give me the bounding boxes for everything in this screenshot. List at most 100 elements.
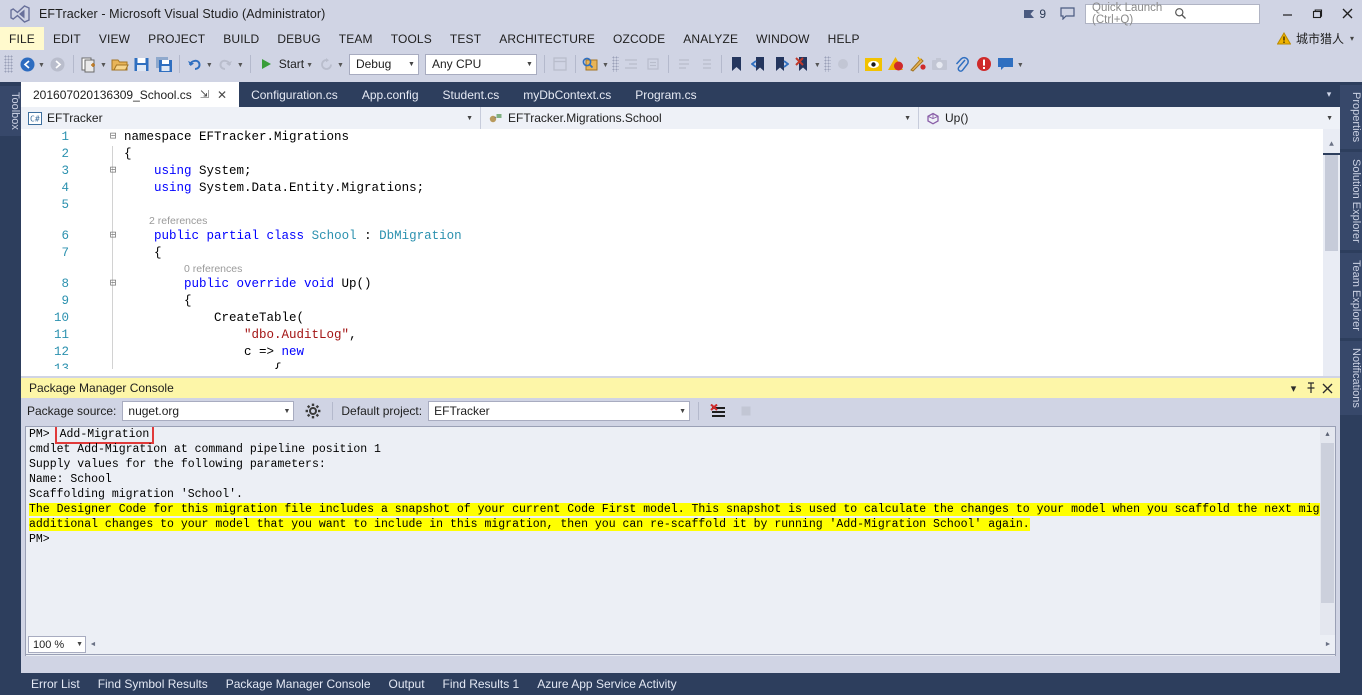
- right-dock-tab-team-explorer[interactable]: Team Explorer: [1340, 252, 1362, 338]
- bottom-tab-package-manager-console[interactable]: Package Manager Console: [217, 673, 380, 695]
- code-vertical-scrollbar[interactable]: ▲: [1323, 129, 1340, 376]
- right-dock-tab-notifications[interactable]: Notifications: [1340, 340, 1362, 415]
- bottom-tab-output[interactable]: Output: [380, 673, 434, 695]
- redo-icon[interactable]: [215, 52, 237, 76]
- chevron-down-icon[interactable]: ▾: [1350, 34, 1354, 43]
- menu-item-project[interactable]: PROJECT: [139, 27, 214, 50]
- speech-bubble-icon[interactable]: [1060, 7, 1075, 20]
- document-tab-app-config[interactable]: App.config: [349, 82, 431, 107]
- menu-item-tools[interactable]: TOOLS: [382, 27, 441, 50]
- code-line[interactable]: 7 {: [21, 245, 1340, 262]
- error-circle-icon[interactable]: [973, 52, 995, 76]
- undo-icon[interactable]: [184, 52, 206, 76]
- chevron-down-icon[interactable]: ▼: [679, 408, 686, 415]
- toolbar-grip[interactable]: [4, 55, 13, 73]
- chevron-down-icon[interactable]: ▼: [283, 408, 290, 415]
- chevron-down-icon[interactable]: ▼: [904, 115, 911, 122]
- bookmarks-dropdown[interactable]: ▼: [814, 62, 821, 69]
- find-dropdown[interactable]: ▼: [602, 62, 609, 69]
- undo-dropdown[interactable]: ▼: [206, 62, 213, 69]
- navigate-back-dropdown[interactable]: ▼: [38, 62, 45, 69]
- chevron-down-icon[interactable]: ▼: [1326, 115, 1333, 122]
- start-play-icon[interactable]: [255, 52, 277, 76]
- code-line[interactable]: 3 ⊟ using System;: [21, 163, 1340, 180]
- navbar-project-combo[interactable]: C# EFTracker ▼: [21, 107, 481, 129]
- restart-dropdown[interactable]: ▼: [337, 62, 344, 69]
- save-icon[interactable]: [131, 52, 153, 76]
- menu-item-build[interactable]: BUILD: [214, 27, 268, 50]
- close-icon[interactable]: ✕: [217, 88, 227, 102]
- solution-platform-combo[interactable]: Any CPU ▼: [424, 53, 537, 75]
- code-line[interactable]: 10 CreateTable(: [21, 310, 1340, 327]
- code-line[interactable]: 2{: [21, 146, 1340, 163]
- document-tab-program-cs[interactable]: Program.cs: [623, 82, 709, 107]
- menu-item-team[interactable]: TEAM: [330, 27, 382, 50]
- restart-icon[interactable]: [315, 52, 337, 76]
- previous-bookmark-icon[interactable]: [748, 52, 770, 76]
- console-horizontal-scrollbar[interactable]: [100, 636, 1321, 654]
- toolbar-grip[interactable]: [611, 56, 619, 72]
- bottom-tab-error-list[interactable]: Error List: [22, 673, 89, 695]
- document-tab-mydbcontext-cs[interactable]: myDbContext.cs: [511, 82, 624, 107]
- menu-item-view[interactable]: VIEW: [90, 27, 139, 50]
- stop-icon[interactable]: [735, 399, 757, 423]
- next-bookmark-icon[interactable]: [770, 52, 792, 76]
- start-dropdown[interactable]: ▼: [306, 62, 313, 69]
- feedback-indicator[interactable]: 9: [1023, 7, 1046, 21]
- navigate-back-icon[interactable]: [16, 52, 38, 76]
- fold-toggle-icon[interactable]: ⊟: [107, 163, 119, 180]
- open-file-icon[interactable]: [109, 52, 131, 76]
- start-button-label[interactable]: Start: [279, 57, 304, 71]
- new-project-icon[interactable]: [78, 52, 100, 76]
- menu-item-debug[interactable]: DEBUG: [268, 27, 329, 50]
- quick-launch-input[interactable]: Quick Launch (Ctrl+Q): [1085, 2, 1260, 26]
- chevron-down-icon[interactable]: ▼: [76, 641, 83, 648]
- window-dropdown-icon[interactable]: ▾: [1285, 379, 1302, 397]
- navbar-member-combo[interactable]: Up() ▼: [919, 107, 1340, 129]
- close-icon[interactable]: [1319, 379, 1336, 397]
- menu-item-test[interactable]: TEST: [441, 27, 490, 50]
- scroll-up-icon[interactable]: ▲: [1323, 140, 1340, 149]
- code-line[interactable]: 4 using System.Data.Entity.Migrations;: [21, 180, 1340, 197]
- gear-icon[interactable]: [302, 399, 324, 423]
- left-dock-tab-toolbox[interactable]: Toolbox: [0, 86, 21, 136]
- codelens-label[interactable]: 0 references: [184, 262, 242, 276]
- fold-toggle-icon[interactable]: ⊟: [107, 129, 119, 146]
- code-line[interactable]: 8 ⊟ public override void Up(): [21, 276, 1340, 293]
- code-line[interactable]: 6 ⊟ public partial class School : DbMigra…: [21, 228, 1340, 245]
- code-line[interactable]: 1 ⊟ namespace EFTracker.Migrations: [21, 129, 1340, 146]
- pin-icon[interactable]: ⇲: [200, 88, 209, 101]
- search-icon[interactable]: [1174, 7, 1256, 20]
- chevron-down-icon[interactable]: ▼: [408, 61, 415, 68]
- bookmark-icon[interactable]: [726, 52, 748, 76]
- menu-item-file[interactable]: FILE: [0, 27, 44, 50]
- menu-item-architecture[interactable]: ARCHITECTURE: [490, 27, 604, 50]
- ozcode-magic-wand-icon[interactable]: [907, 52, 929, 76]
- scroll-thumb[interactable]: [1325, 155, 1338, 251]
- document-tab-student-cs[interactable]: Student.cs: [430, 82, 512, 107]
- toolbar-overflow-icon[interactable]: ▼: [1017, 62, 1024, 69]
- menu-item-help[interactable]: HELP: [819, 27, 869, 50]
- fold-toggle-icon[interactable]: ⊟: [107, 276, 119, 293]
- scroll-right-icon[interactable]: ►: [1321, 641, 1335, 648]
- chevron-down-icon[interactable]: ▼: [526, 61, 533, 68]
- default-project-combo[interactable]: EFTracker ▼: [428, 401, 691, 421]
- code-line[interactable]: 11 "dbo.AuditLog",: [21, 327, 1340, 344]
- menu-item-window[interactable]: WINDOW: [747, 27, 819, 50]
- code-line[interactable]: 5: [21, 197, 1340, 214]
- new-project-dropdown[interactable]: ▼: [100, 62, 107, 69]
- close-button[interactable]: [1332, 0, 1362, 27]
- minimize-button[interactable]: [1272, 0, 1302, 27]
- tab-overflow-icon[interactable]: ▾: [1320, 82, 1338, 107]
- toolbar-grip[interactable]: [823, 56, 831, 72]
- right-dock-tab-solution-explorer[interactable]: Solution Explorer: [1340, 152, 1362, 250]
- menu-item-edit[interactable]: EDIT: [44, 27, 90, 50]
- document-tab-configuration-cs[interactable]: Configuration.cs: [239, 82, 350, 107]
- code-line[interactable]: 12 c => new: [21, 344, 1340, 361]
- codelens-reference[interactable]: 2 references: [21, 214, 1340, 228]
- chevron-down-icon[interactable]: ▼: [466, 115, 473, 122]
- ozcode-alert-icon[interactable]: [885, 52, 907, 76]
- bottom-tab-azure-app-service-activity[interactable]: Azure App Service Activity: [528, 673, 685, 695]
- ozcode-eye-icon[interactable]: [863, 52, 885, 76]
- console-zoom-select[interactable]: 100 % ▼: [28, 636, 86, 653]
